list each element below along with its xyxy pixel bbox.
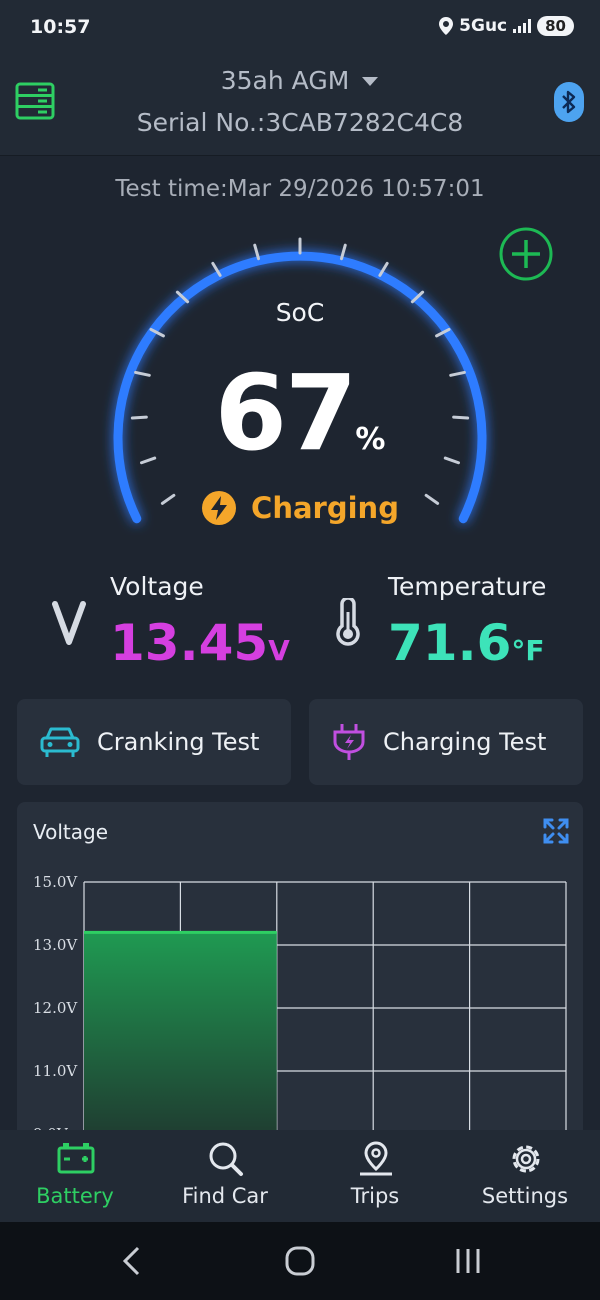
battery-model: 35ah AGM bbox=[220, 66, 350, 95]
battery-level-badge: 80 bbox=[537, 16, 574, 36]
voltage-value: 13.45 bbox=[110, 614, 269, 672]
voltage-icon bbox=[52, 601, 86, 645]
charging-test-button[interactable]: Charging Test bbox=[309, 699, 583, 785]
y-tick-label: 11.0V bbox=[33, 1062, 78, 1080]
status-icons: 5Guc 80 bbox=[439, 16, 574, 36]
gauge-tick bbox=[253, 243, 261, 261]
temperature-label: Temperature bbox=[388, 572, 547, 601]
soc-value: 67 bbox=[214, 352, 358, 474]
car-icon bbox=[40, 727, 80, 757]
nav-find-car[interactable]: Find Car bbox=[150, 1130, 300, 1222]
status-time: 10:57 bbox=[30, 16, 91, 38]
y-tick-label: 13.0V bbox=[33, 936, 78, 954]
gear-icon bbox=[512, 1145, 540, 1173]
signal-icon bbox=[513, 19, 532, 33]
battery-icon bbox=[57, 1143, 95, 1174]
nav-settings-label: Settings bbox=[481, 1184, 569, 1208]
plus-circle-icon bbox=[499, 227, 553, 281]
add-button[interactable] bbox=[498, 226, 554, 282]
temperature-unit: °F bbox=[511, 634, 545, 667]
nav-trips-label: Trips bbox=[350, 1184, 400, 1208]
cranking-test-label: Cranking Test bbox=[97, 728, 260, 756]
nav-trips[interactable]: Trips bbox=[300, 1130, 450, 1222]
status-bar: 10:57 5Guc 80 bbox=[0, 0, 600, 58]
bluetooth-icon bbox=[562, 90, 576, 114]
y-tick-label: 15.0V bbox=[33, 873, 78, 891]
lightning-icon bbox=[202, 491, 237, 525]
app-bar: 35ah AGM Serial No.:3CAB7282C4C8 bbox=[0, 58, 600, 156]
test-time: Test time:Mar 29/2026 10:57:01 bbox=[115, 176, 485, 202]
dropdown-arrow-icon bbox=[362, 77, 379, 86]
nav-battery-label: Battery bbox=[36, 1184, 114, 1208]
bluetooth-button[interactable] bbox=[554, 82, 584, 122]
search-icon bbox=[209, 1142, 243, 1176]
system-nav-bar bbox=[0, 1222, 600, 1300]
voltage-label: Voltage bbox=[110, 572, 204, 601]
voltage-chart-card: Voltage 15.0V13.0V12.0V11.0V9.0V bbox=[17, 802, 583, 1142]
charging-test-label: Charging Test bbox=[383, 728, 547, 756]
nav-battery[interactable]: Battery bbox=[0, 1130, 150, 1222]
y-tick-label: 12.0V bbox=[33, 999, 78, 1017]
voltage-reading: 13.45V bbox=[110, 614, 290, 672]
serial-number: Serial No.:3CAB7282C4C8 bbox=[136, 108, 464, 137]
map-pin-icon bbox=[360, 1141, 392, 1176]
voltage-chart: 15.0V13.0V12.0V11.0V9.0V bbox=[33, 873, 567, 1142]
thermometer-icon bbox=[336, 598, 360, 646]
soc-value-group: 67% bbox=[0, 352, 600, 474]
recent-apps-icon[interactable] bbox=[454, 1246, 482, 1276]
soc-unit: % bbox=[355, 422, 386, 457]
temperature-value: 71.6 bbox=[388, 614, 512, 672]
back-icon[interactable] bbox=[120, 1246, 144, 1276]
charging-label: Charging bbox=[251, 491, 399, 525]
soc-label: SoC bbox=[275, 298, 325, 327]
nav-settings[interactable]: Settings bbox=[450, 1130, 600, 1222]
home-icon[interactable] bbox=[284, 1246, 316, 1276]
plug-icon bbox=[333, 724, 365, 760]
cranking-test-button[interactable]: Cranking Test bbox=[17, 699, 291, 785]
location-icon bbox=[439, 17, 454, 35]
nav-find-car-label: Find Car bbox=[182, 1184, 268, 1208]
network-label: 5Guc bbox=[459, 16, 508, 36]
charging-status: Charging bbox=[0, 490, 600, 526]
voltage-unit: V bbox=[268, 634, 290, 667]
battery-model-selector[interactable]: 35ah AGM bbox=[0, 66, 600, 95]
temperature-reading: 71.6°F bbox=[388, 614, 545, 672]
gauge-tick bbox=[339, 243, 347, 261]
bottom-nav: Battery Find Car Trips Settings bbox=[0, 1130, 600, 1222]
voltage-area bbox=[84, 932, 277, 1142]
